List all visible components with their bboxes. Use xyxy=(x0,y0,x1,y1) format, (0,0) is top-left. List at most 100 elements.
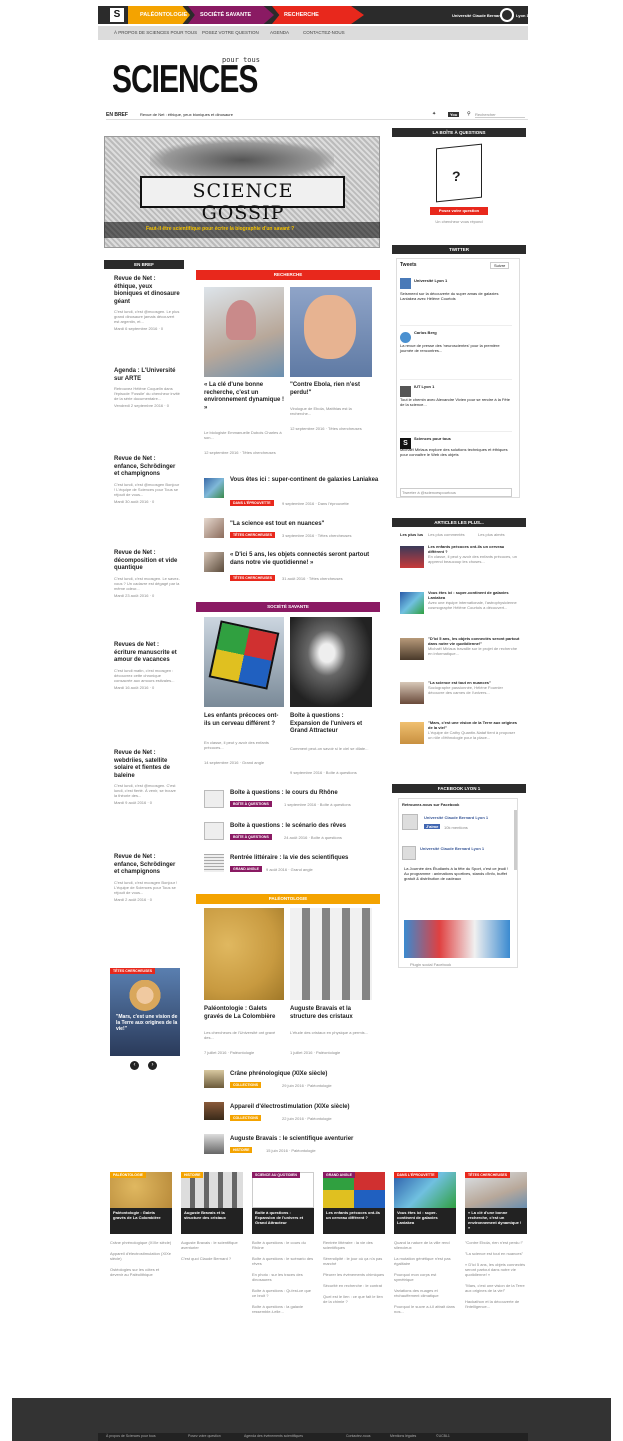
list-item[interactable]: Revue de Net : enfance, Schrödinger et c… xyxy=(114,456,180,550)
tweet-user[interactable]: Université Lyon 1 xyxy=(400,278,512,283)
category-title[interactable]: Vous êtes ici : super-continent de galax… xyxy=(394,1208,456,1234)
category-column[interactable]: TÊTES CHERCHEUSES « La clé d'une bonne r… xyxy=(465,1172,527,1309)
paleo-list-3-tag[interactable]: HISTOIRE xyxy=(230,1147,253,1153)
category-link[interactable]: Auguste Bravais : le scientifique aventu… xyxy=(181,1240,243,1250)
category-link[interactable]: Variations des nuages et réchauffement c… xyxy=(394,1288,456,1298)
paleo-card-2-title[interactable]: Auguste Bravais et la structure des cris… xyxy=(290,1006,372,1021)
category-link[interactable]: Crâne phrénologique (XIXe siècle) xyxy=(110,1240,172,1245)
paleo-card-1-image[interactable] xyxy=(204,908,284,1000)
list-item[interactable]: "La science est tout en nuances" Sociogr… xyxy=(400,680,520,720)
category-link[interactable]: C'est quoi Claude Bernard ? xyxy=(181,1256,243,1261)
footer-link-agenda[interactable]: Agenda des événements scientifiques xyxy=(244,1434,303,1438)
tweet[interactable]: Université Lyon 1 Seismeed sur la découv… xyxy=(400,276,512,326)
list-thumb[interactable] xyxy=(204,854,224,872)
list-thumb[interactable] xyxy=(204,1134,224,1154)
subnav-contact[interactable]: CONTACTEZ-NOUS xyxy=(303,30,345,35)
list-item[interactable]: Revue de Net : éthique, yeux bioniques e… xyxy=(114,276,180,368)
promo-tag[interactable]: TÊTES CHERCHEUSES xyxy=(110,968,156,974)
paleo-list-2-tag[interactable]: COLLECTIONS xyxy=(230,1115,262,1121)
list-thumb[interactable] xyxy=(204,1070,224,1088)
societe-list-3-title[interactable]: Rentrée littéraire : la vie des scientif… xyxy=(230,855,380,863)
societe-list-1-tag[interactable]: BOÎTE À QUESTIONS xyxy=(230,801,272,807)
site-logo-square[interactable]: S xyxy=(110,8,124,22)
footer-link-contact[interactable]: Contactez-nous xyxy=(346,1434,371,1438)
university-logo-icon[interactable] xyxy=(500,8,514,22)
category-link[interactable]: Pleurer les événements chimiques xyxy=(323,1272,385,1277)
category-tag[interactable]: HISTOIRE xyxy=(181,1172,204,1178)
list-item[interactable]: Revue de Net : webdriies, satellite sola… xyxy=(114,750,180,854)
item-title[interactable]: "D'ici 5 ans, les objets connectés seron… xyxy=(428,636,520,646)
list-thumb[interactable] xyxy=(204,822,224,840)
category-link[interactable]: Quand la nature de la ville rend silenci… xyxy=(394,1240,456,1250)
category-link[interactable]: Pourquoi le sucre a-t-il attrait dans no… xyxy=(394,1304,456,1314)
tweet[interactable]: IUT Lyon 1 Tout le chemin avec Alexandre… xyxy=(400,380,512,432)
articles-tab-aimes[interactable]: Les plus aimés xyxy=(478,532,505,537)
paleo-list-1-tag[interactable]: COLLECTIONS xyxy=(230,1082,262,1088)
recherche-card-2-title[interactable]: "Contre Ebola, rien n'est perdu!" xyxy=(290,382,372,397)
footer-link-about[interactable]: À propos de Sciences pour tous xyxy=(106,1434,156,1438)
category-tag[interactable]: DANS L'ÉPROUVETTE xyxy=(394,1172,438,1178)
category-column[interactable]: SCIENCE AU QUOTIDIEN Boîte à questions :… xyxy=(252,1172,314,1314)
category-link[interactable]: Appareil d'électrostimulation (XIXe sièc… xyxy=(110,1251,172,1261)
list-item[interactable]: Agenda : L'Université sur ARTE Retrouvez… xyxy=(114,368,180,456)
recherche-list-1-tag[interactable]: DANS L'ÉPROUVETTE xyxy=(230,500,274,506)
recherche-list-3-title[interactable]: « D'ici 5 ans, les objets connectés sero… xyxy=(230,552,380,567)
paleo-card-1-title[interactable]: Paléontologie : Galets gravés de La Colo… xyxy=(204,1006,286,1021)
societe-card-2-title[interactable]: Boîte à questions : Expansion de l'unive… xyxy=(290,713,372,736)
societe-list-3-tag[interactable]: GRAND ANGLE xyxy=(230,866,262,872)
tweet[interactable]: Sciences pour tous Michaël Mirlaus explo… xyxy=(400,432,512,472)
recherche-card-1-title[interactable]: « La clé d'une bonne recherche, c'est un… xyxy=(204,382,286,412)
youtube-icon[interactable]: You xyxy=(448,112,460,117)
paleo-card-2-image[interactable] xyxy=(290,908,372,1000)
tweet-compose-input[interactable]: Tweeter à @sciencespourtous xyxy=(400,488,512,497)
category-link[interactable]: Boîte à questions : Qu'est-ce que ce bru… xyxy=(252,1288,314,1298)
carousel-prev-icon[interactable]: ‹ xyxy=(130,1061,139,1070)
list-item[interactable]: Revue de Net : décomposition et vide qua… xyxy=(114,550,180,642)
item-title[interactable]: Agenda : L'Université sur ARTE xyxy=(114,368,180,383)
category-title[interactable]: Boîte à questions : Expansion de l'unive… xyxy=(252,1208,314,1234)
category-link[interactable]: Quel est le lien : ce que fait le lien d… xyxy=(323,1294,385,1304)
category-column[interactable]: HISTOIRE Auguste Bravais et la structure… xyxy=(181,1172,243,1261)
category-link[interactable]: Sérendipité : le jour où ça n'a pas marc… xyxy=(323,1256,385,1266)
footer-link-legal[interactable]: Mentions légales xyxy=(390,1434,416,1438)
category-column[interactable]: DANS L'ÉPROUVETTE Vous êtes ici : super-… xyxy=(394,1172,456,1314)
item-title[interactable]: Les enfants précoces ont-ils un cerveau … xyxy=(428,544,520,554)
recherche-list-3-tag[interactable]: TÊTES CHERCHEUSES xyxy=(230,575,276,581)
category-title[interactable]: Auguste Bravais et la structure des cris… xyxy=(181,1208,243,1234)
list-item[interactable]: Vous êtes ici : super-continent de galax… xyxy=(400,590,520,636)
carousel-next-icon[interactable]: › xyxy=(148,1061,157,1070)
category-title[interactable]: Les enfants précoces ont-ils un cerveau … xyxy=(323,1208,385,1234)
facebook-post-author[interactable]: Université Claude Bernard Lyon 1 xyxy=(420,846,512,851)
list-thumb[interactable] xyxy=(204,478,224,498)
list-item[interactable]: Les enfants précoces ont-ils un cerveau … xyxy=(400,544,520,590)
category-tag[interactable]: TÊTES CHERCHEUSES xyxy=(465,1172,511,1178)
list-item[interactable]: "D'ici 5 ans, les objets connectés seron… xyxy=(400,636,520,680)
articles-tab-commentes[interactable]: Les plus commentés xyxy=(428,532,465,537)
twitter-follow-button[interactable]: Suivre xyxy=(490,262,510,269)
category-link[interactable]: Boîte à questions : le scénario des rêve… xyxy=(252,1256,314,1266)
subnav-agenda[interactable]: AGENDA xyxy=(270,30,289,35)
search-input[interactable]: Rechercher xyxy=(475,112,525,118)
facebook-post-image[interactable] xyxy=(404,920,510,958)
recherche-list-1-title[interactable]: Vous êtes ici : super-continent de galax… xyxy=(230,477,380,485)
category-link[interactable]: Boîte à questions : la galaxie ressemble… xyxy=(252,1304,314,1314)
societe-list-2-tag[interactable]: BOÎTE À QUESTIONS xyxy=(230,834,272,840)
tab-recherche[interactable]: RECHERCHE xyxy=(272,6,364,24)
category-link[interactable]: Boîte à questions : le cours du Rhône xyxy=(252,1240,314,1250)
facebook-footer[interactable]: Plugin social Facebook xyxy=(410,962,451,967)
category-link[interactable]: "Mars, c'est une vision de la Terre aux … xyxy=(465,1283,527,1293)
paleo-list-3-title[interactable]: Auguste Bravais : le scientifique aventu… xyxy=(230,1136,380,1144)
ticker-text[interactable]: Revue de Net : éthique, yeux bioniques e… xyxy=(140,112,233,117)
list-thumb[interactable] xyxy=(204,1102,224,1120)
hero-caption[interactable]: Faut-il être scientifique pour écrire la… xyxy=(146,226,294,232)
category-title[interactable]: « La clé d'une bonne recherche, c'est un… xyxy=(465,1208,527,1234)
promo-title[interactable]: "Mars, c'est une vision de la Terre aux … xyxy=(116,1014,178,1032)
list-thumb[interactable] xyxy=(204,518,224,538)
tweet[interactable]: Carlos Berg La revue de presse des 'neur… xyxy=(400,326,512,380)
item-title[interactable]: "Mars, c'est une vision de la Terre aux … xyxy=(428,720,520,730)
category-tag[interactable]: SCIENCE AU QUOTIDIEN xyxy=(252,1172,300,1178)
societe-card-1-title[interactable]: Les enfants précoces ont-ils un cerveau … xyxy=(204,713,284,728)
category-column[interactable]: PALÉONTOLOGIE Paléontologie : Galets gra… xyxy=(110,1172,172,1277)
societe-list-2-title[interactable]: Boîte à questions : le scénario des rêve… xyxy=(230,823,380,831)
category-link[interactable]: "Contre Ebola, rien n'est perdu !" xyxy=(465,1240,527,1245)
